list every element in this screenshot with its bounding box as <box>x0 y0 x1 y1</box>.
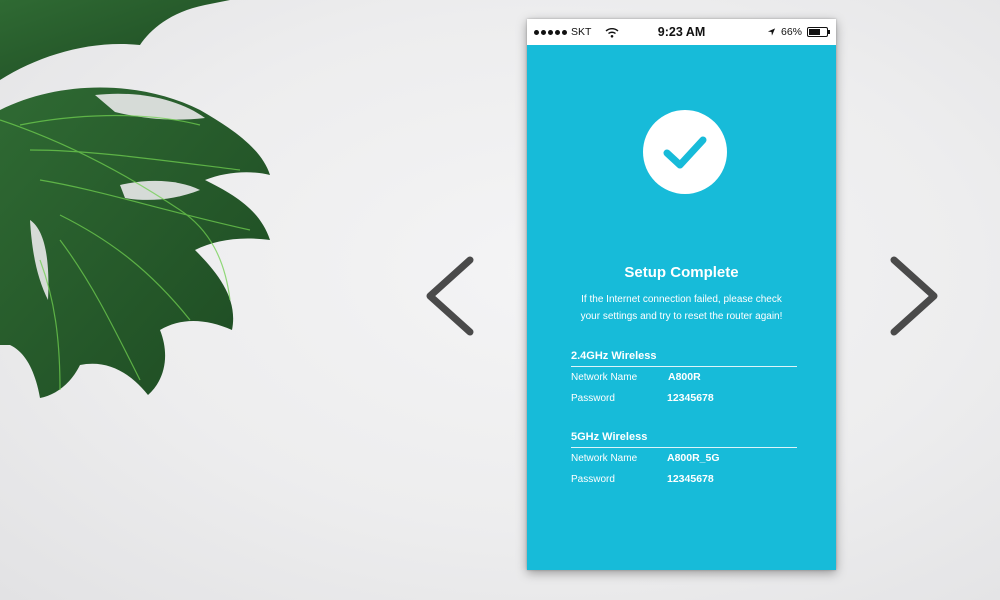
subtitle-line: If the Internet connection failed, pleas… <box>581 294 782 305</box>
wireless-section-2-4ghz: 2.4GHz Wireless Network Name A800R Passw… <box>571 350 797 409</box>
network-name-value: A800R_5G <box>667 452 720 464</box>
network-name-value: A800R <box>668 371 701 383</box>
setup-subtitle: If the Internet connection failed, pleas… <box>547 291 816 325</box>
battery-percent: 66% <box>780 26 802 38</box>
status-bar: SKT 9:23 AM 66% <box>527 19 836 45</box>
password-value: 12345678 <box>667 473 714 485</box>
chevron-right-icon[interactable] <box>884 254 944 338</box>
password-label: Password <box>571 393 615 404</box>
password-row: Password 12345678 <box>571 469 797 490</box>
section-title: 2.4GHz Wireless <box>571 350 797 367</box>
network-name-label: Network Name <box>571 453 638 464</box>
password-value: 12345678 <box>667 392 714 404</box>
phone-screen: SKT 9:23 AM 66% Setup Complete If the In… <box>527 19 836 570</box>
section-title: 5GHz Wireless <box>571 431 797 448</box>
setup-title: Setup Complete <box>624 264 739 281</box>
battery-icon <box>807 27 830 37</box>
wireless-section-5ghz: 5GHz Wireless Network Name A800R_5G Pass… <box>571 431 797 490</box>
monstera-leaf-image <box>0 0 270 398</box>
network-name-label: Network Name <box>571 372 638 383</box>
network-name-row: Network Name A800R_5G <box>571 448 797 469</box>
checkmark-icon <box>663 136 707 169</box>
subtitle-line: your settings and try to reset the route… <box>580 311 783 322</box>
password-row: Password 12345678 <box>571 388 797 409</box>
success-badge <box>643 110 727 194</box>
password-label: Password <box>571 474 615 485</box>
location-arrow-icon <box>767 28 776 36</box>
network-name-row: Network Name A800R <box>571 367 797 388</box>
chevron-left-icon[interactable] <box>420 254 480 338</box>
